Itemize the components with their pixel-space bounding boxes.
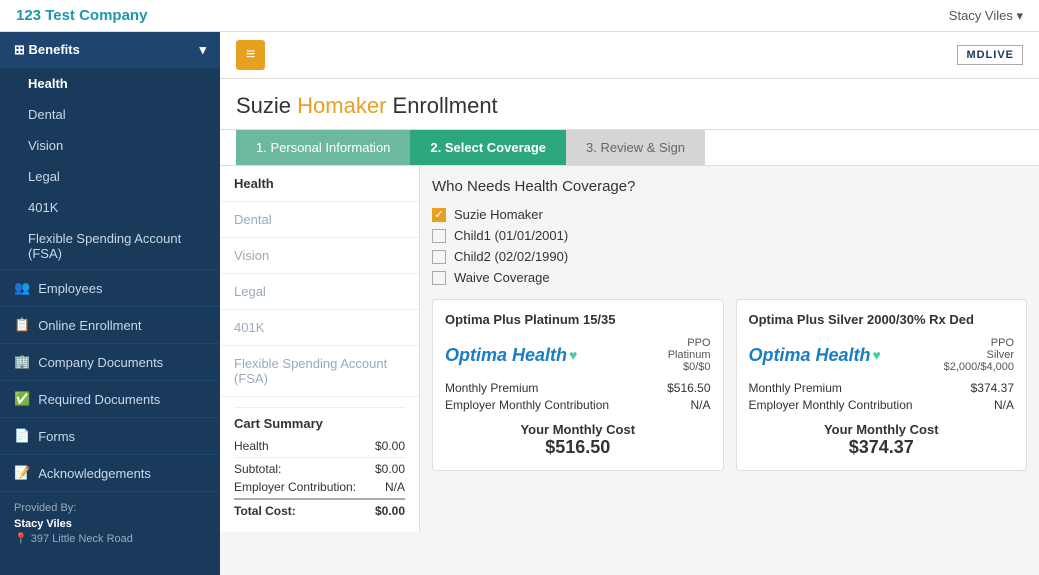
sidebar: ⊞ Benefits ▾ HealthDentalVisionLegal401K… xyxy=(0,32,220,575)
plan-title: Optima Plus Platinum 15/35 xyxy=(445,312,711,327)
cart-title: Cart Summary xyxy=(234,407,405,431)
agent-address: 📍 397 Little Neck Road xyxy=(14,532,206,545)
left-panel-item-401k[interactable]: 401K xyxy=(220,310,419,346)
sidebar-nav-item-dental[interactable]: Dental xyxy=(0,99,220,130)
your-cost-label: Your Monthly Cost xyxy=(445,422,711,437)
sidebar-item-icon: 📋 xyxy=(14,317,30,333)
sidebar-item-forms[interactable]: 📄Forms xyxy=(0,417,220,454)
sidebar-item-icon: 📝 xyxy=(14,465,30,481)
plan-title: Optima Plus Silver 2000/30% Rx Ded xyxy=(749,312,1015,327)
sidebar-item-icon: 📄 xyxy=(14,428,30,444)
your-cost-label: Your Monthly Cost xyxy=(749,422,1015,437)
checkbox-group: ✓Suzie Homaker Child1 (01/01/2001) Child2 … xyxy=(432,207,1027,285)
sidebar-item-required-documents[interactable]: ✅Required Documents xyxy=(0,380,220,417)
user-menu[interactable]: Stacy Viles ▾ xyxy=(949,8,1023,24)
sidebar-nav-list: HealthDentalVisionLegal401KFlexible Spen… xyxy=(0,68,220,269)
sidebar-item-company-documents[interactable]: 🏢Company Documents xyxy=(0,343,220,380)
plan-logo-row: Optima Health♥ PPO Platinum $0/$0 xyxy=(445,337,711,373)
sidebar-item-employees[interactable]: 👥Employees xyxy=(0,269,220,306)
cart-row-3: Total Cost:$0.00 xyxy=(234,498,405,518)
cart-row-1: Subtotal:$0.00 xyxy=(234,457,405,476)
plan-card-1[interactable]: Optima Plus Silver 2000/30% Rx Ded Optim… xyxy=(736,299,1028,471)
sidebar-nav-item-legal[interactable]: Legal xyxy=(0,161,220,192)
optima-logo: Optima Health♥ xyxy=(749,345,881,366)
plan-cards: Optima Plus Platinum 15/35 Optima Health… xyxy=(432,299,1027,471)
plan-card-0[interactable]: Optima Plus Platinum 15/35 Optima Health… xyxy=(432,299,724,471)
plan-logo-row: Optima Health♥ PPO Silver $2,000/$4,000 xyxy=(749,337,1015,373)
chevron-icon: ▾ xyxy=(199,42,206,58)
plan-type: PPO Platinum $0/$0 xyxy=(668,337,711,373)
plan-employer-contribution-row: Employer Monthly Contribution N/A xyxy=(749,398,1015,412)
main-header: ≡ MDLIVE xyxy=(220,32,1039,79)
page-title-part1: Suzie xyxy=(236,93,297,118)
right-panel: Who Needs Health Coverage? ✓Suzie Homake… xyxy=(420,166,1039,532)
cart-row-0: Health$0.00 xyxy=(234,439,405,453)
provided-by-label: Provided By: xyxy=(14,502,206,514)
sidebar-item-online-enrollment[interactable]: 📋Online Enrollment xyxy=(0,306,220,343)
checkbox-item-suzie-homaker[interactable]: ✓Suzie Homaker xyxy=(432,207,1027,222)
step-3-review--sign[interactable]: 3. Review & Sign xyxy=(566,130,705,165)
content-area: HealthDentalVisionLegal401KFlexible Spen… xyxy=(220,166,1039,532)
main-content: ≡ MDLIVE Suzie Homaker Enrollment 1. Per… xyxy=(220,32,1039,575)
your-cost-value: $374.37 xyxy=(749,437,1015,458)
left-panel-item-legal[interactable]: Legal xyxy=(220,274,419,310)
your-cost-value: $516.50 xyxy=(445,437,711,458)
plan-monthly-premium-row: Monthly Premium $374.37 xyxy=(749,381,1015,395)
heart-icon: ♥ xyxy=(873,347,881,363)
step-2-select-coverage[interactable]: 2. Select Coverage xyxy=(410,130,566,165)
step-1-personal-information[interactable]: 1. Personal Information xyxy=(236,130,410,165)
page-title-part2: Homaker xyxy=(297,93,392,118)
plan-employer-contribution-row: Employer Monthly Contribution N/A xyxy=(445,398,711,412)
sidebar-main-list: 👥Employees📋Online Enrollment🏢Company Doc… xyxy=(0,269,220,491)
page-title: Suzie Homaker Enrollment xyxy=(220,79,1039,130)
checkbox-unchecked-icon xyxy=(432,250,446,264)
checkbox-checked-icon: ✓ xyxy=(432,208,446,222)
steps-bar: 1. Personal Information2. Select Coverag… xyxy=(220,130,1039,166)
mdlive-badge: MDLIVE xyxy=(957,45,1023,65)
coverage-question: Who Needs Health Coverage? xyxy=(432,178,1027,195)
sidebar-item-acknowledgements[interactable]: 📝Acknowledgements xyxy=(0,454,220,491)
company-name: 123 Test Company xyxy=(16,7,147,24)
heart-icon: ♥ xyxy=(569,347,577,363)
sidebar-item-icon: 🏢 xyxy=(14,354,30,370)
pin-icon: 📍 xyxy=(14,533,28,545)
cart-summary: Cart Summary Health$0.00 Subtotal:$0.00 Em… xyxy=(220,397,419,532)
sidebar-nav-item-health[interactable]: Health xyxy=(0,68,220,99)
checkbox-unchecked-icon xyxy=(432,229,446,243)
sidebar-item-icon: 👥 xyxy=(14,280,30,296)
sidebar-footer: Provided By: Stacy Viles 📍 397 Little Ne… xyxy=(0,491,220,555)
optima-logo: Optima Health♥ xyxy=(445,345,577,366)
page-title-part3: Enrollment xyxy=(393,93,498,118)
plan-monthly-premium-row: Monthly Premium $516.50 xyxy=(445,381,711,395)
left-panel-item-dental[interactable]: Dental xyxy=(220,202,419,238)
left-panel: HealthDentalVisionLegal401KFlexible Spen… xyxy=(220,166,420,532)
checkbox-unchecked-icon xyxy=(432,271,446,285)
top-bar: 123 Test Company Stacy Viles ▾ xyxy=(0,0,1039,32)
sidebar-nav-item-401k[interactable]: 401K xyxy=(0,192,220,223)
left-panel-item-health[interactable]: Health xyxy=(220,166,419,202)
checkbox-item-child1-(01/01/2001)[interactable]: Child1 (01/01/2001) xyxy=(432,228,1027,243)
agent-name: Stacy Viles xyxy=(14,518,206,530)
sidebar-item-icon: ✅ xyxy=(14,391,30,407)
left-panel-item-vision[interactable]: Vision xyxy=(220,238,419,274)
cart-row-2: Employer Contribution:N/A xyxy=(234,480,405,494)
left-panel-item-flexible-spending-account-(fsa)[interactable]: Flexible Spending Account (FSA) xyxy=(220,346,419,397)
benefits-section-header[interactable]: ⊞ Benefits ▾ xyxy=(0,32,220,68)
sidebar-nav-item-vision[interactable]: Vision xyxy=(0,130,220,161)
checkbox-item-waive-coverage[interactable]: Waive Coverage xyxy=(432,270,1027,285)
sidebar-nav-item-flexible-spending-account-(fsa)[interactable]: Flexible Spending Account (FSA) xyxy=(0,223,220,269)
grid-icon: ⊞ xyxy=(14,42,25,57)
hamburger-button[interactable]: ≡ xyxy=(236,40,265,70)
checkbox-item-child2-(02/02/1990)[interactable]: Child2 (02/02/1990) xyxy=(432,249,1027,264)
plan-type: PPO Silver $2,000/$4,000 xyxy=(944,337,1014,373)
